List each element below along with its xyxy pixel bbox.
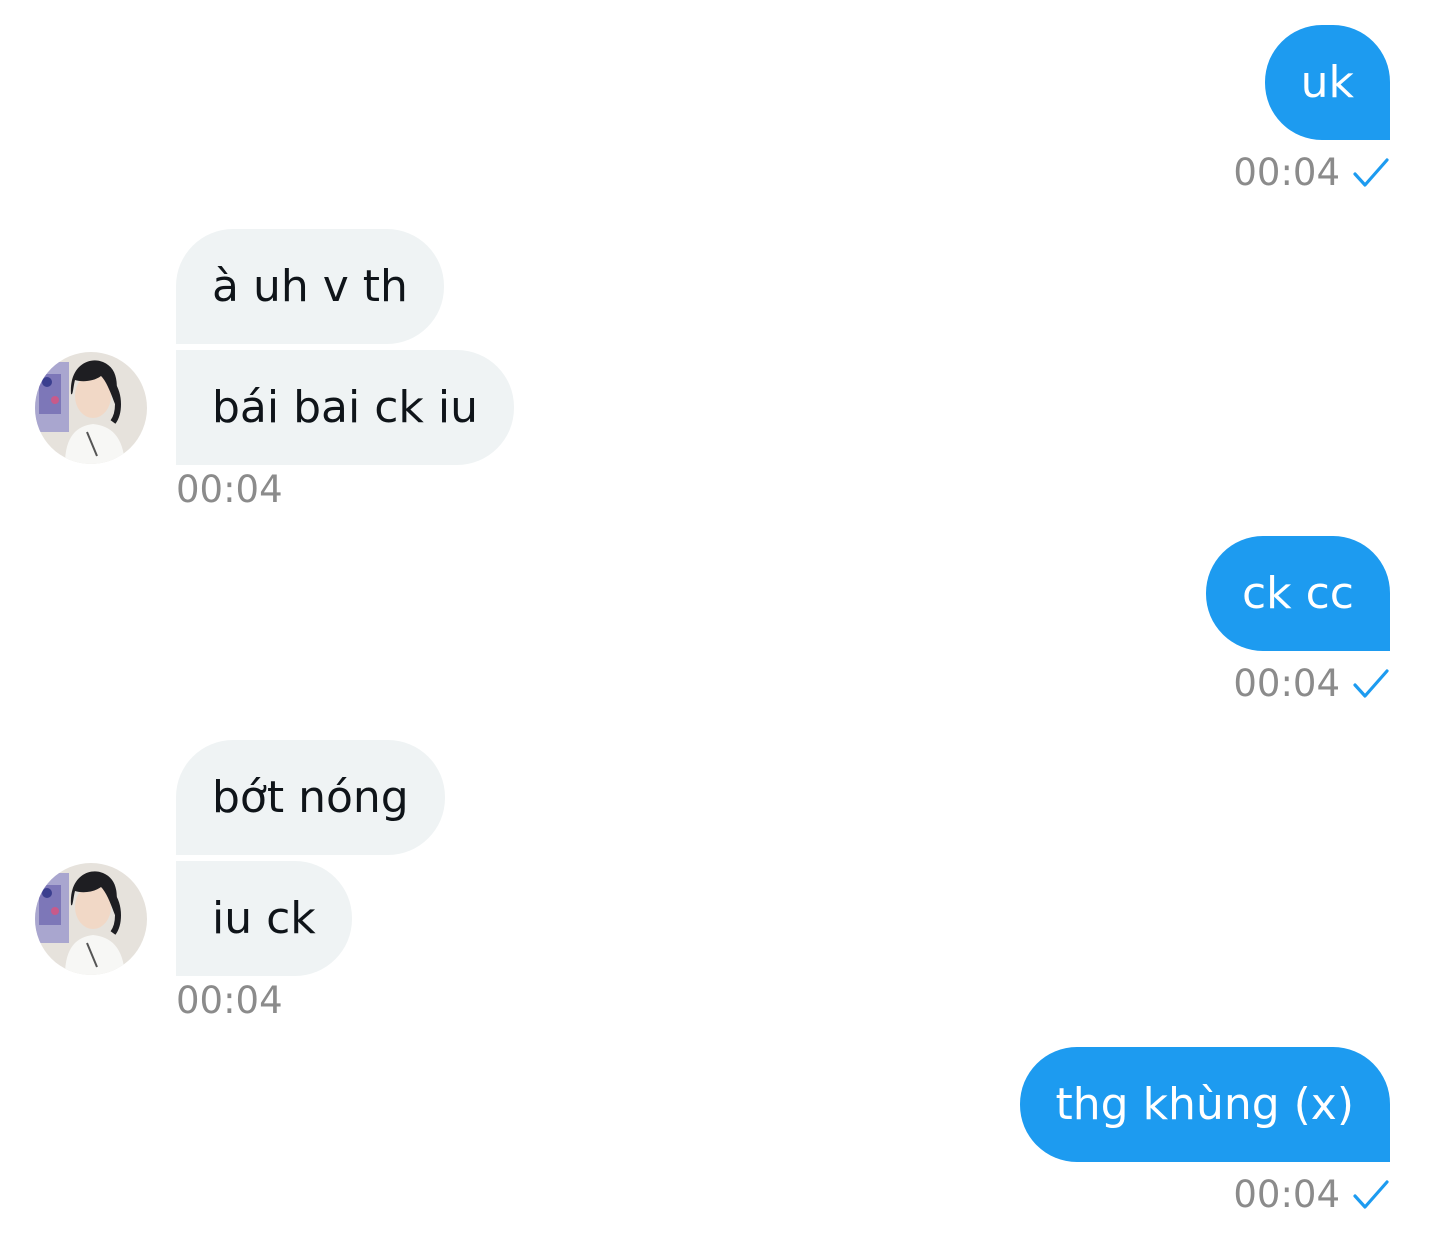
sender-avatar[interactable] — [35, 863, 147, 975]
message-meta: 00:04 — [1233, 152, 1390, 194]
message-meta: 00:04 — [1233, 1174, 1390, 1216]
sent-message-bubble[interactable]: thg khùng (x) — [1019, 1047, 1390, 1162]
message-timestamp: 00:04 — [1233, 662, 1340, 705]
message-text: iu ck — [212, 893, 316, 944]
message-text: à uh v th — [212, 261, 408, 312]
received-message-bubble[interactable]: à uh v th — [176, 229, 444, 344]
avatar-photo — [35, 863, 147, 975]
message-timestamp: 00:04 — [176, 979, 283, 1022]
message-timestamp: 00:04 — [1233, 151, 1340, 194]
message-meta: 00:04 — [1233, 663, 1390, 705]
sent-message-bubble[interactable]: ck cc — [1205, 536, 1390, 651]
message-text: thg khùng (x) — [1055, 1079, 1354, 1130]
check-icon — [1353, 1180, 1389, 1209]
received-message-bubble[interactable]: iu ck — [176, 861, 352, 976]
check-icon — [1353, 669, 1389, 698]
sent-message-bubble[interactable]: uk — [1264, 25, 1390, 140]
message-text: ck cc — [1241, 568, 1354, 619]
message-text: bớt nóng — [212, 772, 409, 823]
check-icon — [1353, 158, 1389, 187]
avatar-photo — [35, 352, 147, 464]
message-text: bái bai ck iu — [212, 382, 478, 433]
received-message-bubble[interactable]: bớt nóng — [176, 740, 445, 855]
message-timestamp: 00:04 — [1233, 1173, 1340, 1216]
sender-avatar[interactable] — [35, 352, 147, 464]
message-timestamp: 00:04 — [176, 468, 283, 511]
message-text: uk — [1300, 57, 1354, 108]
received-message-bubble[interactable]: bái bai ck iu — [176, 350, 514, 465]
